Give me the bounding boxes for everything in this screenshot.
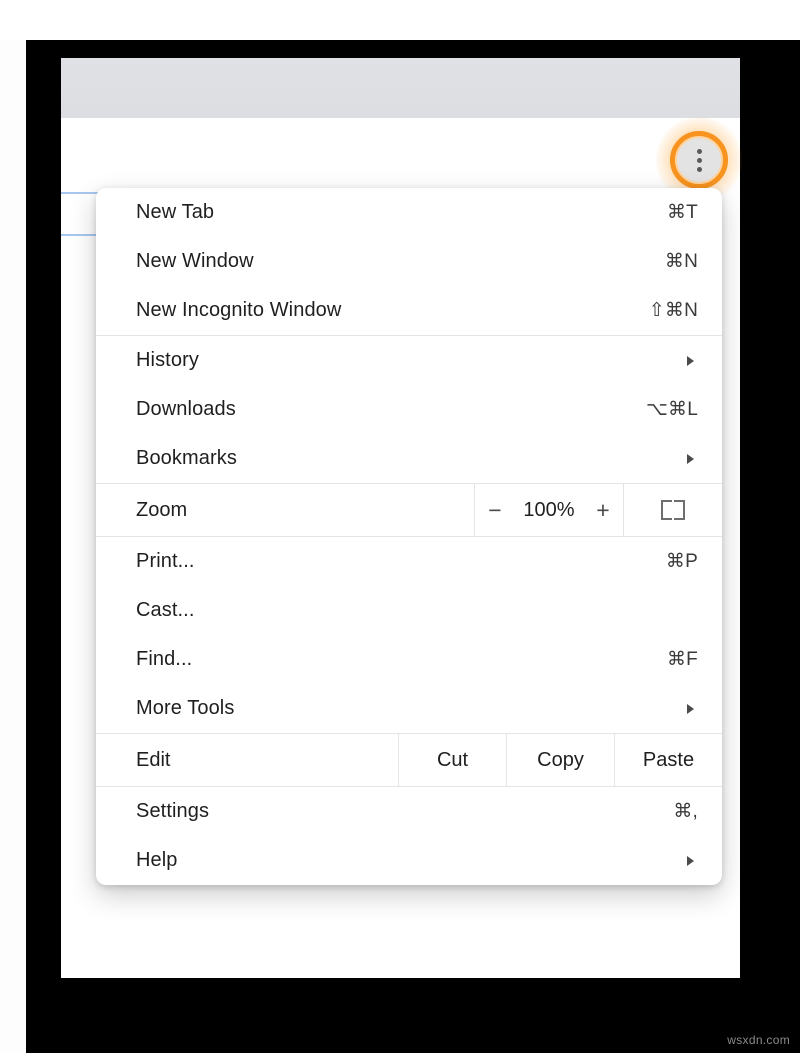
menu-item-shortcut: ⌘F xyxy=(666,649,698,670)
fullscreen-button[interactable] xyxy=(623,484,722,536)
menu-item-cast[interactable]: Cast... xyxy=(96,586,722,635)
chrome-menu-button-highlight xyxy=(656,117,742,203)
menu-item-label: More Tools xyxy=(136,697,235,719)
menu-item-label: New Tab xyxy=(136,201,215,223)
menu-item-label: Find... xyxy=(136,648,193,670)
zoom-controls: − 100% + xyxy=(474,484,623,536)
menu-item-shortcut: ⌘N xyxy=(664,251,698,272)
menu-item-more-tools[interactable]: More Tools xyxy=(96,684,722,733)
menu-item-shortcut: ⇧⌘N xyxy=(648,300,698,321)
menu-item-label: Downloads xyxy=(136,398,236,420)
zoom-out-button[interactable]: − xyxy=(487,498,503,522)
menu-item-bookmarks[interactable]: Bookmarks xyxy=(96,434,722,483)
edit-label: Edit xyxy=(136,748,171,771)
edit-paste-button[interactable]: Paste xyxy=(614,734,722,786)
frame-top-margin xyxy=(0,0,800,40)
menu-item-shortcut: ⌘, xyxy=(673,801,698,822)
menu-group-browse: History Downloads ⌥⌘L Bookmarks xyxy=(96,336,722,484)
chevron-right-icon xyxy=(687,355,694,366)
tab-strip[interactable] xyxy=(61,58,740,118)
photo-frame: ƒ? xyxy=(0,0,800,1053)
menu-item-downloads[interactable]: Downloads ⌥⌘L xyxy=(96,385,722,434)
menu-item-label: New Window xyxy=(136,250,254,272)
zoom-in-button[interactable]: + xyxy=(595,498,611,522)
zoom-level-value: 100% xyxy=(523,498,575,521)
menu-item-shortcut: ⌥⌘L xyxy=(645,399,698,420)
zoom-row: Zoom − 100% + xyxy=(96,484,722,536)
fullscreen-icon xyxy=(661,500,685,520)
menu-item-label: Print... xyxy=(136,550,195,572)
menu-item-label: Cast... xyxy=(136,599,195,621)
chrome-main-menu: New Tab ⌘T New Window ⌘N New Incognito W… xyxy=(96,188,722,885)
menu-item-shortcut: ⌘P xyxy=(665,551,698,572)
menu-item-label: Settings xyxy=(136,800,210,822)
menu-group-new: New Tab ⌘T New Window ⌘N New Incognito W… xyxy=(96,188,722,336)
menu-item-new-tab[interactable]: New Tab ⌘T xyxy=(96,188,722,237)
watermark: wsxdn.com xyxy=(727,1033,790,1047)
menu-group-edit: Edit Cut Copy Paste xyxy=(96,734,722,787)
menu-item-label: Bookmarks xyxy=(136,447,237,469)
orange-highlight-ring xyxy=(670,131,728,189)
menu-item-shortcut: ⌘T xyxy=(666,202,698,223)
menu-group-zoom: Zoom − 100% + xyxy=(96,484,722,537)
menu-item-label: Help xyxy=(136,849,178,871)
menu-item-help[interactable]: Help xyxy=(96,836,722,885)
browser-toolbar: ƒ? xyxy=(61,118,740,236)
menu-item-print[interactable]: Print... ⌘P xyxy=(96,537,722,586)
menu-item-settings[interactable]: Settings ⌘, xyxy=(96,787,722,836)
menu-item-new-incognito-window[interactable]: New Incognito Window ⇧⌘N xyxy=(96,286,722,335)
menu-item-label: History xyxy=(136,349,199,371)
edit-copy-button[interactable]: Copy xyxy=(506,734,614,786)
menu-group-tools: Print... ⌘P Cast... Find... ⌘F More Tool… xyxy=(96,537,722,734)
menu-group-settings: Settings ⌘, Help xyxy=(96,787,722,885)
edit-row: Edit Cut Copy Paste xyxy=(96,734,722,786)
menu-item-new-window[interactable]: New Window ⌘N xyxy=(96,237,722,286)
menu-item-history[interactable]: History xyxy=(96,336,722,385)
chevron-right-icon xyxy=(687,855,694,866)
menu-item-label: New Incognito Window xyxy=(136,299,342,321)
chevron-right-icon xyxy=(687,453,694,464)
zoom-label: Zoom xyxy=(136,498,188,521)
chevron-right-icon xyxy=(687,703,694,714)
menu-item-find[interactable]: Find... ⌘F xyxy=(96,635,722,684)
frame-left-margin xyxy=(0,0,26,1053)
edit-cut-button[interactable]: Cut xyxy=(398,734,506,786)
